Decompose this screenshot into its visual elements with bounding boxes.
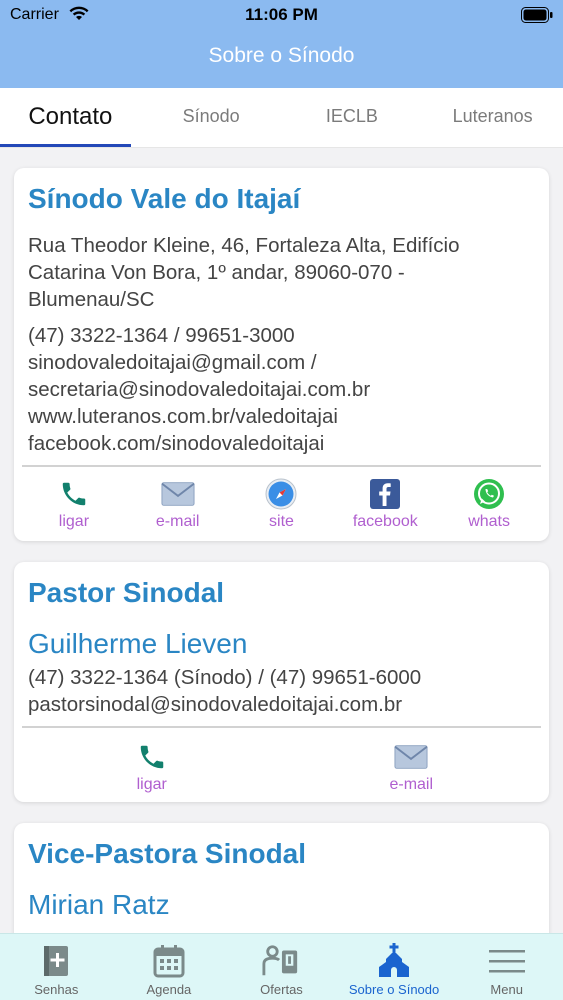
email-button[interactable]: e-mail [126,477,230,531]
card-title: Sínodo Vale do Itajaí [28,183,301,214]
action-row: ligar e-mail site facebook whats [22,477,541,531]
email-text: sinodovaledoitajai@gmail.com / [28,351,317,374]
compass-icon [264,477,298,511]
email-text: secretaria@sinodovaledoitajai.com.br [28,378,371,401]
pastor-card: Pastor Sinodal Guilherme Lieven (47) 332… [14,562,549,802]
facebook-icon [368,477,402,511]
tabbar-item-senhas[interactable]: Senhas [0,934,113,1000]
website-text: www.luteranos.com.br/valedoitajai [28,405,338,428]
site-label: site [269,513,294,530]
tabbar-label: Ofertas [260,982,303,997]
tabbar-item-menu[interactable]: Menu [450,934,563,1000]
address-line: Catarina Von Bora, 1º andar, 89060-070 - [28,261,405,284]
email-label: e-mail [389,776,434,793]
battery-icon [521,7,553,23]
whatsapp-button[interactable]: whats [437,477,541,531]
person-name: Mirian Ratz [28,889,170,920]
whatsapp-icon [472,477,506,511]
tabbar-item-ofertas[interactable]: Ofertas [225,934,338,1000]
email-label: e-mail [155,513,200,530]
tabbar-label: Senhas [34,982,79,997]
status-bar: Carrier 11:06 PM [0,0,563,30]
divider [22,465,541,467]
facebook-button[interactable]: facebook [333,477,437,531]
email-button[interactable]: e-mail [282,740,542,794]
call-button[interactable]: ligar [22,740,282,794]
address-line: Blumenau/SC [28,288,155,311]
facebook-label: facebook [352,513,418,530]
calendar-icon [150,942,188,980]
whatsapp-label: whats [468,513,510,530]
person-name: Guilherme Lieven [28,628,248,659]
page-title: Sobre o Sínodo [208,44,355,67]
divider [22,726,541,728]
status-time: 11:06 PM [245,5,318,24]
tab-luteranos[interactable]: Luteranos [422,88,563,147]
tab-sinodo[interactable]: Sínodo [141,88,282,147]
tabbar-label: Agenda [146,982,192,997]
tab-ieclb[interactable]: IECLB [282,88,423,147]
top-tabs: Contato Sínodo IECLB Luteranos [0,88,563,148]
contact-text: (47) 3322-1364 (Sínodo) / (47) 99651-600… [28,664,539,718]
phone-text: (47) 3322-1364 (Sínodo) / (47) 99651-600… [28,666,422,689]
contact-text: (47) 3322-1364 / 99651-3000 sinodovaledo… [28,322,539,457]
address-text: Rua Theodor Kleine, 46, Fortaleza Alta, … [28,232,539,313]
church-icon [375,942,413,980]
content-scroll[interactable]: Sínodo Vale do Itajaí Rua Theodor Kleine… [0,148,563,933]
card-title: Pastor Sinodal [28,577,225,608]
email-text: pastorsinodal@sinodovaledoitajai.com.br [28,693,403,716]
phone-icon [135,740,169,774]
address-line: Rua Theodor Kleine, 46, Fortaleza Alta, … [28,234,460,257]
phone-icon [57,477,91,511]
call-label: ligar [58,513,90,530]
tabbar-item-sobre-o-sinodo[interactable]: Sobre o Sínodo [338,934,451,1000]
card-title: Vice-Pastora Sinodal [28,838,307,869]
app-header: Carrier 11:06 PM Sobre o Sínodo [0,0,563,88]
tabbar-item-agenda[interactable]: Agenda [113,934,226,1000]
mail-icon [394,740,428,774]
menu-icon [488,942,526,980]
tab-contato[interactable]: Contato [0,88,141,147]
vice-pastor-card: Vice-Pastora Sinodal Mirian Ratz [14,823,549,933]
bible-add-icon [37,942,75,980]
facebook-text: facebook.com/sinodovaledoitajai [28,432,325,455]
mail-icon [161,477,195,511]
call-button[interactable]: ligar [22,477,126,531]
bottom-tab-bar: Senhas Agenda Ofertas Sobre o Sínodo Men… [0,933,563,1000]
call-label: ligar [136,776,167,793]
action-row: ligar e-mail [22,740,541,794]
tabbar-label: Sobre o Sínodo [348,982,440,997]
synod-contact-card: Sínodo Vale do Itajaí Rua Theodor Kleine… [14,168,549,541]
site-button[interactable]: site [230,477,334,531]
tabbar-label: Menu [490,982,523,997]
phone-text: (47) 3322-1364 / 99651-3000 [28,324,295,347]
offering-icon [262,942,300,980]
